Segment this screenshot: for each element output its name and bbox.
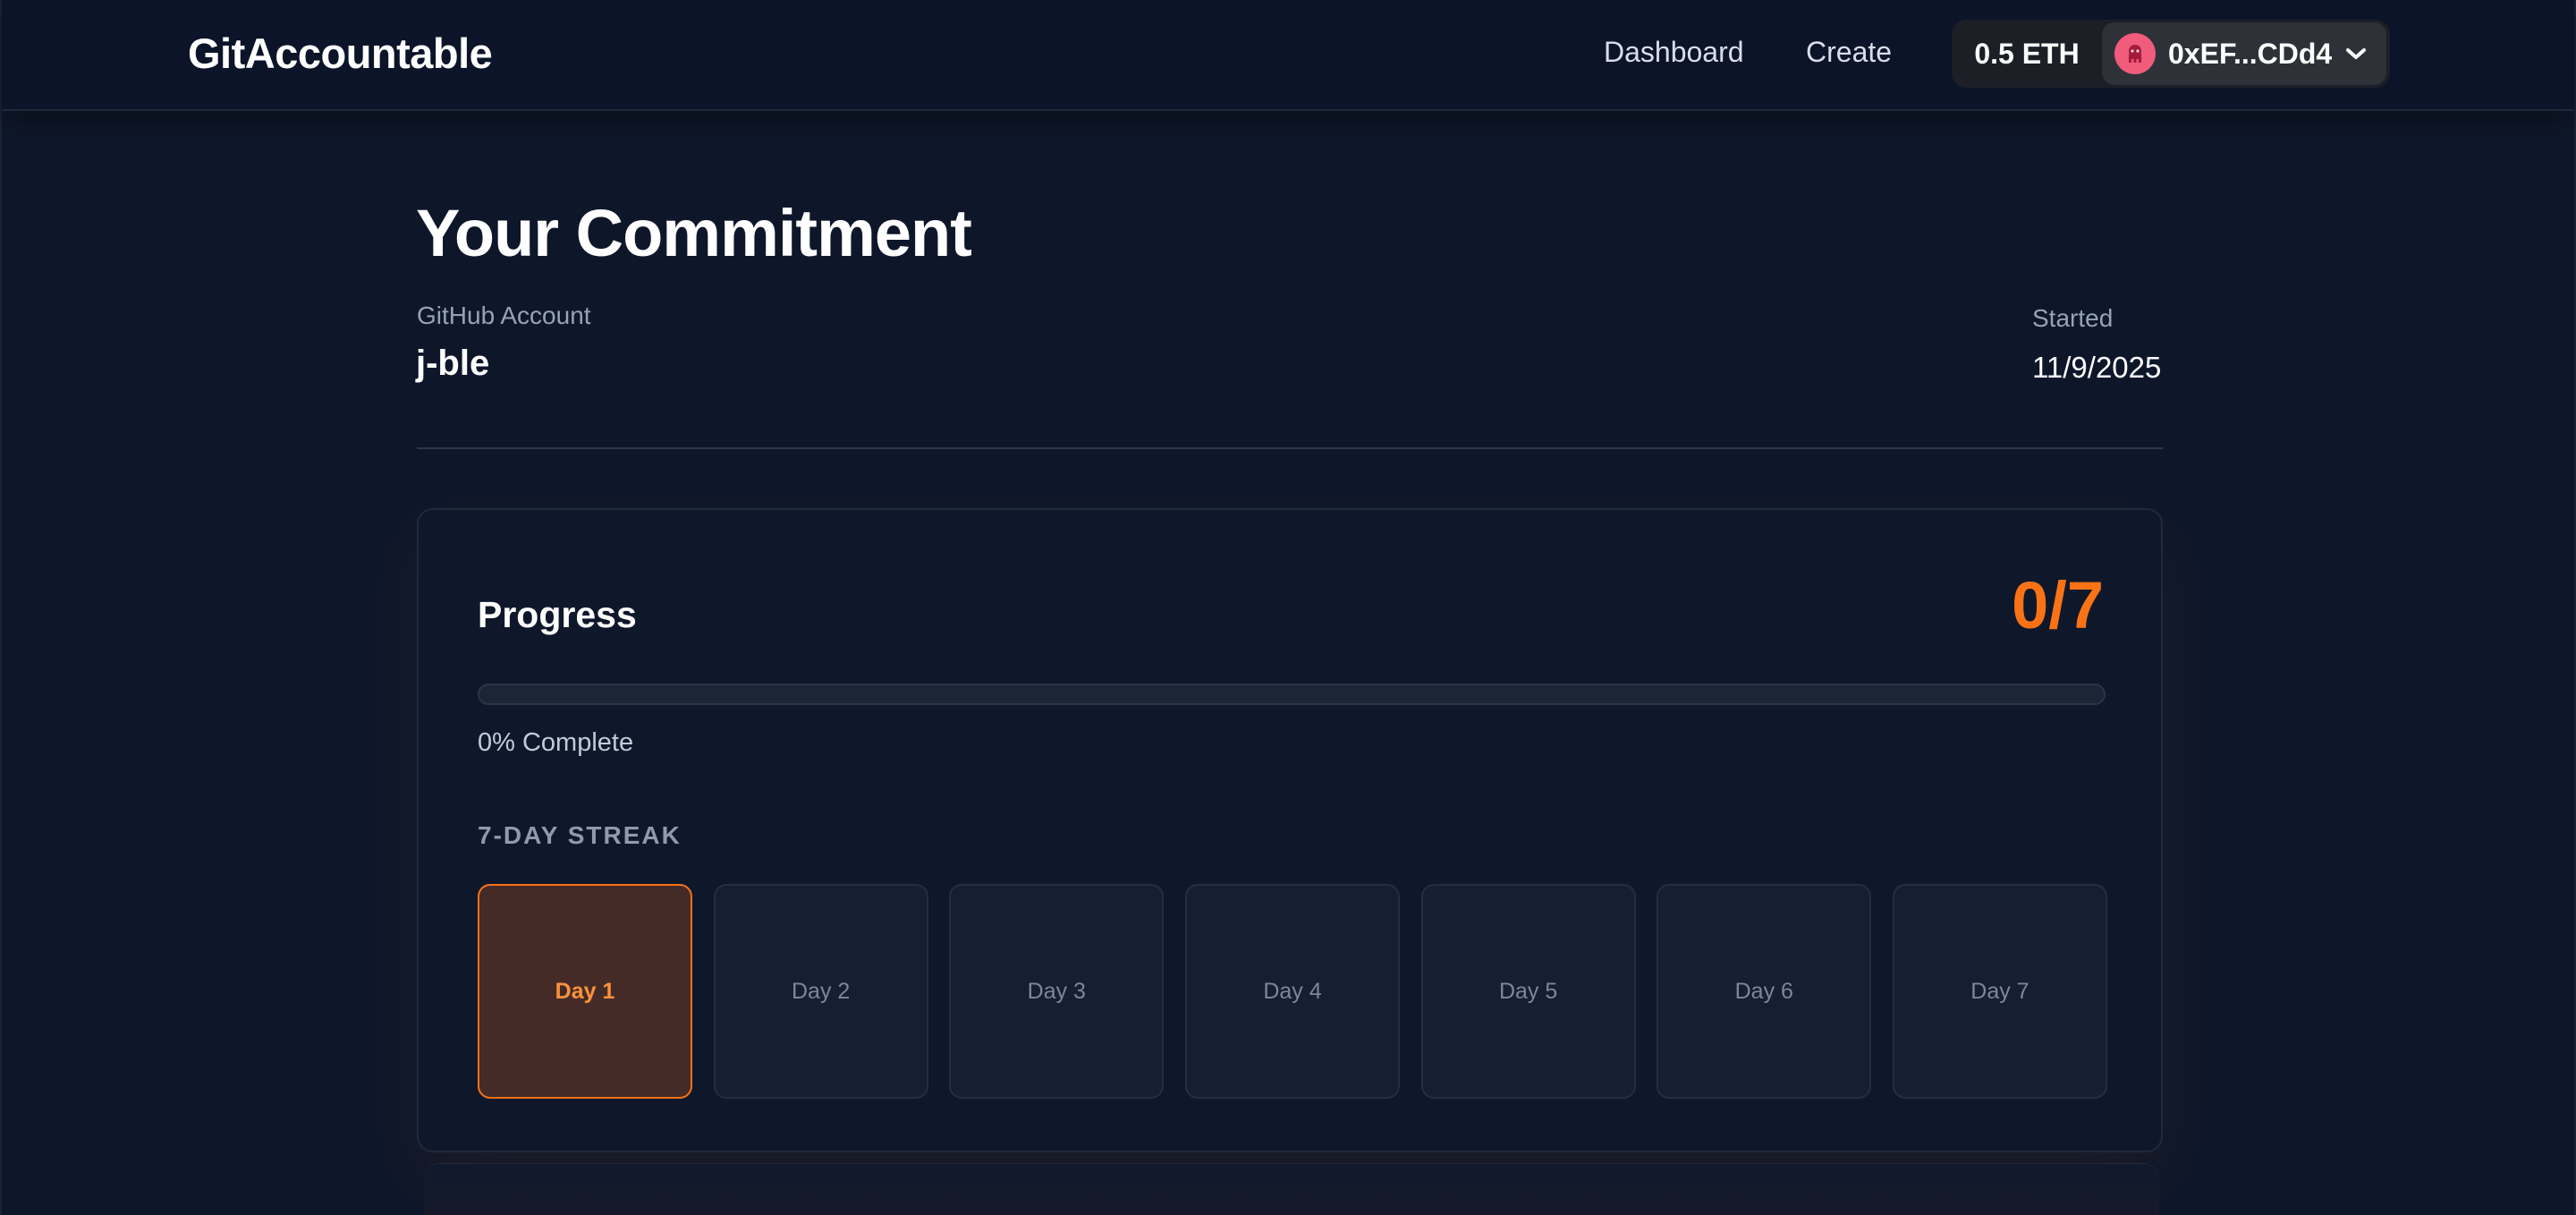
day-label: Day 3 — [1027, 978, 1086, 1004]
progress-bar — [478, 684, 2106, 705]
section-divider — [417, 447, 2163, 449]
day-label: Day 6 — [1734, 978, 1793, 1004]
progress-card: Progress 0/7 0% Complete 7-DAY STREAK Da… — [417, 508, 2163, 1152]
progress-heading: Progress — [478, 594, 637, 635]
nav-create-link[interactable]: Create — [1806, 36, 1892, 69]
chevron-down-icon — [2344, 42, 2368, 65]
day-label: Day 7 — [1970, 978, 2029, 1004]
day-label: Day 5 — [1498, 978, 1558, 1004]
page-title: Your Commitment — [416, 196, 972, 270]
wallet-button[interactable]: 0.5 ETH 0xEF...CDd4 — [1952, 20, 2390, 88]
day-tile-3[interactable]: Day 3 — [949, 884, 1165, 1099]
octopus-icon — [2114, 33, 2156, 74]
day-tile-4[interactable]: Day 4 — [1184, 884, 1400, 1099]
next-card-edge — [424, 1163, 2159, 1215]
github-account-value: j-ble — [416, 344, 490, 383]
streak-heading: 7-DAY STREAK — [478, 821, 682, 849]
day-label: Day 2 — [792, 978, 851, 1004]
day-tile-1[interactable]: Day 1 — [478, 884, 692, 1099]
wallet-address: 0xEF...CDd4 — [2168, 37, 2333, 70]
app-frame: GitAccountable Dashboard Create 0.5 ETH — [0, 0, 2576, 1215]
nav-dashboard-link[interactable]: Dashboard — [1604, 36, 1744, 69]
progress-count: 0/7 — [2012, 568, 2104, 642]
day-tile-2[interactable]: Day 2 — [713, 884, 928, 1099]
brand-logo[interactable]: GitAccountable — [188, 29, 493, 78]
started-label: Started — [2032, 304, 2114, 332]
day-tile-6[interactable]: Day 6 — [1657, 884, 1872, 1099]
github-account-label: GitHub Account — [417, 302, 591, 329]
day-label: Day 1 — [555, 978, 615, 1004]
day-label: Day 4 — [1263, 978, 1322, 1004]
streak-day-row: Day 1 Day 2 Day 3 Day 4 Day 5 Day 6 Day … — [478, 884, 2107, 1099]
wallet-balance: 0.5 ETH — [1974, 37, 2080, 70]
progress-percent-text: 0% Complete — [478, 728, 634, 757]
account-button[interactable]: 0xEF...CDd4 — [2102, 22, 2386, 85]
day-tile-5[interactable]: Day 5 — [1420, 884, 1636, 1099]
top-navbar: GitAccountable Dashboard Create 0.5 ETH — [2, 0, 2574, 111]
day-tile-7[interactable]: Day 7 — [1892, 884, 2107, 1099]
started-date: 11/9/2025 — [2032, 351, 2162, 384]
